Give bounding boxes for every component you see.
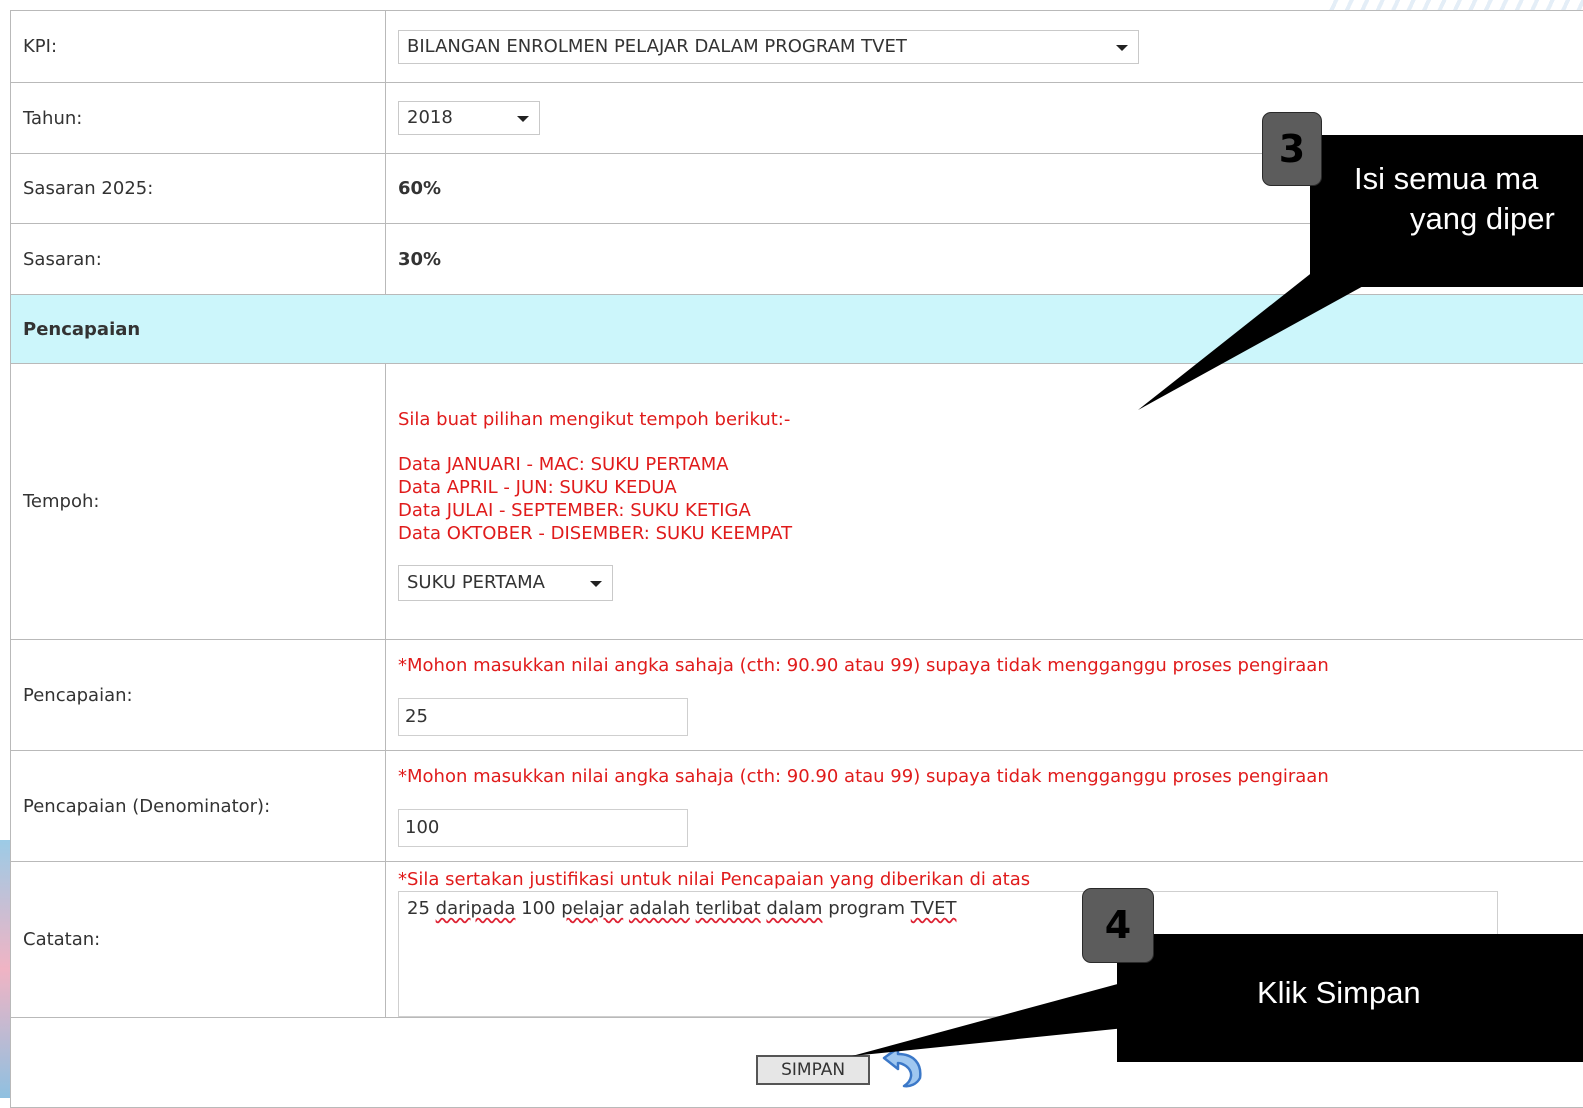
callout-step-3: Isi semua ma yang diper [1310,135,1583,287]
callout-4-text: Klik Simpan [1257,975,1421,1011]
callout-4-pointer [852,982,1125,1056]
step-3-badge: 3 [1262,112,1322,186]
callout-step-4: Klik Simpan [1117,934,1583,1062]
step-4-badge: 4 [1082,888,1154,963]
callout-3-line2: yang diper [1410,201,1555,237]
callout-3-line1: Isi semua ma [1354,161,1538,197]
